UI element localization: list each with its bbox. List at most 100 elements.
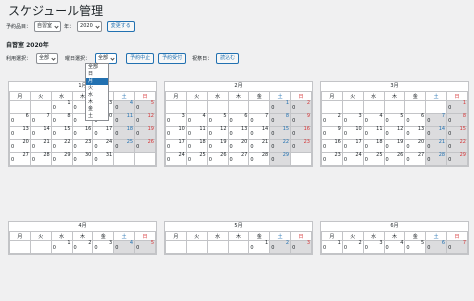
day-cell[interactable]: 16 0: [321, 139, 343, 153]
day-cell[interactable]: 10 0: [165, 126, 187, 140]
day-cell[interactable]: 21 0: [425, 139, 448, 153]
day-cell[interactable]: 17 0: [92, 126, 115, 140]
day-cell[interactable]: 60: [9, 113, 31, 127]
day-cell[interactable]: 22 0: [50, 139, 73, 153]
day-cell[interactable]: 10: [321, 240, 343, 254]
day-cell[interactable]: 14 0: [248, 126, 271, 140]
day-cell[interactable]: 23 0: [321, 152, 343, 166]
weekday-option[interactable]: 金: [86, 106, 108, 113]
day-cell[interactable]: 50: [404, 240, 427, 254]
day-cell[interactable]: 27 0: [404, 152, 427, 166]
day-cell[interactable]: 13 0: [404, 126, 427, 140]
item-select[interactable]: 自習室: [34, 21, 62, 32]
day-cell[interactable]: 19 0: [383, 139, 406, 153]
year-select[interactable]: 2020: [77, 21, 102, 32]
day-cell[interactable]: 27 0: [227, 152, 250, 166]
day-cell[interactable]: 27 0: [9, 152, 31, 166]
day-cell[interactable]: 20: [341, 240, 364, 254]
day-cell[interactable]: 24 0: [341, 152, 364, 166]
day-cell[interactable]: 23 0: [290, 139, 312, 153]
day-cell[interactable]: 31 0: [92, 152, 115, 166]
day-cell[interactable]: 30 0: [71, 152, 94, 166]
day-cell[interactable]: 14 0: [425, 126, 448, 140]
day-cell[interactable]: 24 0: [92, 139, 115, 153]
weekday-option[interactable]: 土: [86, 113, 108, 120]
day-cell[interactable]: 19 0: [134, 126, 156, 140]
day-cell[interactable]: 40: [185, 113, 208, 127]
usage-select[interactable]: 全部: [36, 53, 59, 64]
day-cell[interactable]: 13 0: [227, 126, 250, 140]
day-cell[interactable]: 21 0: [248, 139, 271, 153]
day-cell[interactable]: 29 0: [50, 152, 73, 166]
day-cell[interactable]: 26 0: [134, 139, 156, 153]
day-cell[interactable]: 20: [71, 240, 94, 254]
day-cell[interactable]: 40: [113, 100, 136, 114]
day-cell[interactable]: 60: [404, 113, 427, 127]
day-cell[interactable]: 10: [446, 100, 468, 114]
day-cell[interactable]: 20: [321, 113, 343, 127]
day-cell[interactable]: 40: [113, 240, 136, 254]
day-cell[interactable]: 70: [29, 113, 52, 127]
day-cell[interactable]: 29 0: [446, 152, 468, 166]
day-cell[interactable]: 30: [362, 240, 385, 254]
day-cell[interactable]: 30: [92, 240, 115, 254]
day-cell[interactable]: 50: [383, 113, 406, 127]
day-cell[interactable]: 90: [290, 113, 312, 127]
day-cell[interactable]: 28 0: [425, 152, 448, 166]
day-cell[interactable]: 12 0: [383, 126, 406, 140]
day-cell[interactable]: 18 0: [113, 126, 136, 140]
day-cell[interactable]: 10: [50, 240, 73, 254]
day-cell[interactable]: 80: [446, 113, 468, 127]
day-cell[interactable]: 70: [446, 240, 468, 254]
day-cell[interactable]: 16 0: [71, 126, 94, 140]
day-cell[interactable]: 10: [248, 240, 271, 254]
day-cell[interactable]: 20 0: [9, 139, 31, 153]
day-cell[interactable]: 12 0: [206, 126, 229, 140]
day-cell[interactable]: 26 0: [206, 152, 229, 166]
day-cell[interactable]: 30: [165, 113, 187, 127]
day-cell[interactable]: 26 0: [383, 152, 406, 166]
day-cell[interactable]: 12 0: [134, 113, 156, 127]
day-cell[interactable]: 19 0: [206, 139, 229, 153]
load-button[interactable]: 読込む: [216, 53, 240, 64]
day-cell[interactable]: 11 0: [113, 113, 136, 127]
day-cell[interactable]: 13 0: [9, 126, 31, 140]
day-cell[interactable]: 90: [321, 126, 343, 140]
day-cell[interactable]: 80: [50, 113, 73, 127]
day-cell[interactable]: 25 0: [113, 139, 136, 153]
day-cell[interactable]: 50: [134, 240, 156, 254]
day-cell[interactable]: 23 0: [71, 139, 94, 153]
day-cell[interactable]: 60: [227, 113, 250, 127]
day-cell[interactable]: 18 0: [362, 139, 385, 153]
weekday-option[interactable]: 火: [86, 85, 108, 92]
day-cell[interactable]: 18 0: [185, 139, 208, 153]
day-cell[interactable]: 17 0: [341, 139, 364, 153]
day-cell[interactable]: 10: [50, 100, 73, 114]
day-cell[interactable]: 21 0: [29, 139, 52, 153]
day-cell[interactable]: 30: [290, 240, 312, 254]
weekday-option[interactable]: 木: [86, 99, 108, 106]
day-cell[interactable]: 11 0: [362, 126, 385, 140]
day-cell[interactable]: 25 0: [185, 152, 208, 166]
day-cell[interactable]: 25 0: [362, 152, 385, 166]
day-cell[interactable]: 60: [425, 240, 448, 254]
weekday-option[interactable]: 日: [86, 71, 108, 78]
day-cell[interactable]: 10: [269, 100, 292, 114]
day-cell[interactable]: 10 0: [341, 126, 364, 140]
day-cell[interactable]: 28 0: [29, 152, 52, 166]
resume-button[interactable]: 予約受付: [158, 53, 187, 64]
day-cell[interactable]: 22 0: [446, 139, 468, 153]
day-cell[interactable]: 70: [425, 113, 448, 127]
day-cell[interactable]: 15 0: [446, 126, 468, 140]
day-cell[interactable]: 50: [134, 100, 156, 114]
day-cell[interactable]: 40: [383, 240, 406, 254]
day-cell[interactable]: 15 0: [50, 126, 73, 140]
day-cell[interactable]: 50: [206, 113, 229, 127]
day-cell[interactable]: 20 0: [227, 139, 250, 153]
day-cell[interactable]: 22 0: [269, 139, 292, 153]
day-cell[interactable]: 30: [341, 113, 364, 127]
weekday-option[interactable]: 水: [86, 92, 108, 99]
day-cell[interactable]: 20: [290, 100, 312, 114]
suspend-button[interactable]: 予約中止: [126, 53, 155, 64]
day-cell[interactable]: 70: [248, 113, 271, 127]
